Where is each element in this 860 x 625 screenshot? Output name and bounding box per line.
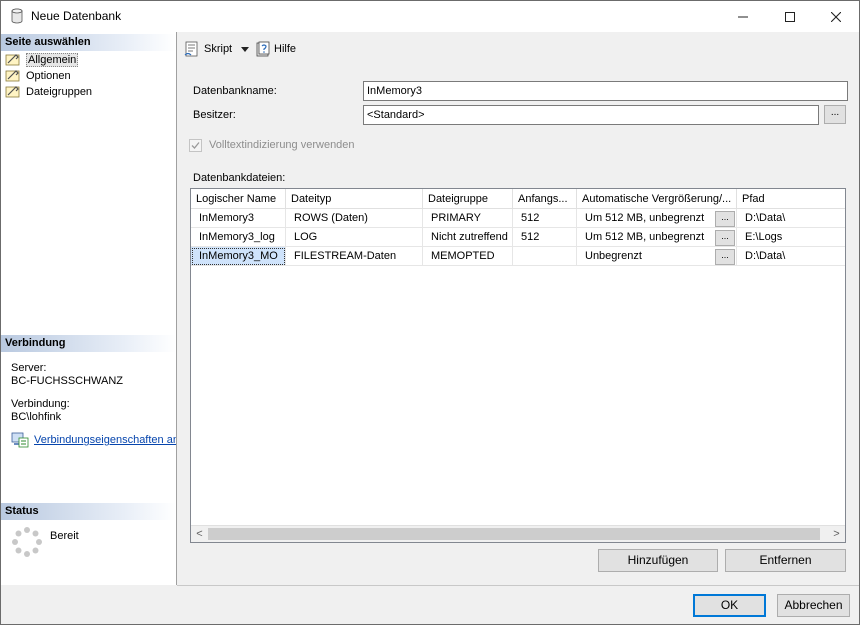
wrench-page-icon <box>5 70 20 82</box>
cell-filegroup[interactable]: MEMOPTED <box>423 247 513 266</box>
cell-path[interactable]: D:\Data\ <box>737 209 845 228</box>
status-value: Bereit <box>50 530 79 542</box>
owner-label: Besitzer: <box>193 109 236 121</box>
toolbar-divider <box>178 68 859 69</box>
column-header[interactable]: Automatische Vergrößerung/... <box>577 189 737 209</box>
column-header[interactable]: Pfad <box>737 189 845 209</box>
progress-spinner-icon <box>12 527 42 557</box>
cell-path[interactable]: D:\Data\ <box>737 247 845 266</box>
help-book-icon <box>256 41 270 57</box>
wrench-page-icon <box>5 54 20 66</box>
cancel-button[interactable]: Abbrechen <box>777 594 850 617</box>
nav-label: Dateigruppen <box>26 85 93 98</box>
cell-initial-size[interactable]: 512 <box>513 228 577 247</box>
db-name-input[interactable]: InMemory3 <box>363 81 848 101</box>
new-database-dialog: Neue Datenbank Seite auswählen Allgemein… <box>0 0 860 625</box>
wrench-page-icon <box>5 86 20 98</box>
script-button[interactable]: Skript <box>184 41 252 57</box>
autogrowth-browse-button[interactable]: ... <box>715 211 735 227</box>
nav-label: Optionen <box>26 69 71 82</box>
maximize-icon <box>785 11 795 22</box>
cell-logical-name[interactable]: InMemory3_MO <box>191 247 286 266</box>
checkmark-icon <box>191 142 200 149</box>
scrollbar-thumb[interactable] <box>208 528 820 540</box>
cell-path[interactable]: E:\Logs <box>737 228 845 247</box>
cell-filegroup[interactable]: PRIMARY <box>423 209 513 228</box>
connection-value: BC\lohfink <box>11 411 62 423</box>
add-button[interactable]: Hinzufügen <box>598 549 718 572</box>
connection-header: Verbindung <box>1 335 176 352</box>
footer-divider <box>177 585 859 586</box>
close-button[interactable] <box>813 1 859 32</box>
window-title: Neue Datenbank <box>31 9 122 23</box>
chevron-down-icon[interactable] <box>238 44 252 54</box>
cell-file-type[interactable]: FILESTREAM-Daten <box>286 247 423 266</box>
connection-properties-icon <box>11 432 29 448</box>
db-name-label: Datenbankname: <box>193 85 277 97</box>
nav-label: Allgemein <box>26 52 79 67</box>
fulltext-label: Volltextindizierung verwenden <box>209 139 355 151</box>
title-bar: Neue Datenbank <box>1 1 859 32</box>
help-button[interactable]: Hilfe <box>255 41 296 57</box>
column-header[interactable]: Logischer Name <box>191 189 286 209</box>
nav-item-filegroups[interactable]: Dateigruppen <box>5 84 92 99</box>
connection-label: Verbindung: <box>11 398 70 410</box>
minimize-icon <box>738 16 748 17</box>
cell-autogrowth[interactable]: Um 512 MB, unbegrenzt <box>577 228 737 247</box>
cell-filegroup[interactable]: Nicht zutreffend <box>423 228 513 247</box>
autogrowth-browse-button[interactable]: ... <box>715 230 735 246</box>
database-icon <box>11 8 23 24</box>
fulltext-checkbox[interactable] <box>189 139 202 152</box>
cell-file-type[interactable]: ROWS (Daten) <box>286 209 423 228</box>
close-icon <box>831 11 841 22</box>
script-label: Skript <box>204 43 233 55</box>
remove-button[interactable]: Entfernen <box>725 549 846 572</box>
database-files-grid[interactable]: Logischer Name Dateityp Dateigruppe Anfa… <box>190 188 846 543</box>
column-header[interactable]: Dateigruppe <box>423 189 513 209</box>
cell-logical-name[interactable]: InMemory3_log <box>191 228 286 247</box>
db-files-label: Datenbankdateien: <box>193 172 286 184</box>
cell-initial-size[interactable] <box>513 247 577 266</box>
connection-properties-link[interactable]: Verbindungseigenschaften an <box>34 434 176 446</box>
nav-item-general[interactable]: Allgemein <box>5 52 79 67</box>
minimize-button[interactable] <box>720 1 766 32</box>
horizontal-scrollbar[interactable]: < > <box>191 525 845 542</box>
column-header[interactable]: Anfangs... <box>513 189 577 209</box>
scroll-left-arrow[interactable]: < <box>191 526 208 542</box>
server-value: BC-FUCHSSCHWANZ <box>11 375 124 387</box>
maximize-button[interactable] <box>767 1 813 32</box>
cell-autogrowth[interactable]: Unbegrenzt <box>577 247 737 266</box>
scroll-right-arrow[interactable]: > <box>828 526 845 542</box>
cell-logical-name[interactable]: InMemory3 <box>191 209 286 228</box>
autogrowth-browse-button[interactable]: ... <box>715 249 735 265</box>
ok-button[interactable]: OK <box>693 594 766 617</box>
select-page-header: Seite auswählen <box>1 34 176 51</box>
left-panel: Seite auswählen Allgemein Optionen Datei… <box>1 32 177 585</box>
nav-item-options[interactable]: Optionen <box>5 68 71 83</box>
script-icon <box>184 41 198 57</box>
server-label: Server: <box>11 362 47 374</box>
help-label: Hilfe <box>274 43 297 55</box>
toolbar: Skript Hilfe <box>178 32 859 68</box>
cell-file-type[interactable]: LOG <box>286 228 423 247</box>
column-header[interactable]: Dateityp <box>286 189 423 209</box>
cell-autogrowth[interactable]: Um 512 MB, unbegrenzt <box>577 209 737 228</box>
cell-initial-size[interactable]: 512 <box>513 209 577 228</box>
owner-input[interactable]: <Standard> <box>363 105 819 125</box>
status-header: Status <box>1 503 176 520</box>
owner-browse-button[interactable]: ... <box>824 105 846 124</box>
